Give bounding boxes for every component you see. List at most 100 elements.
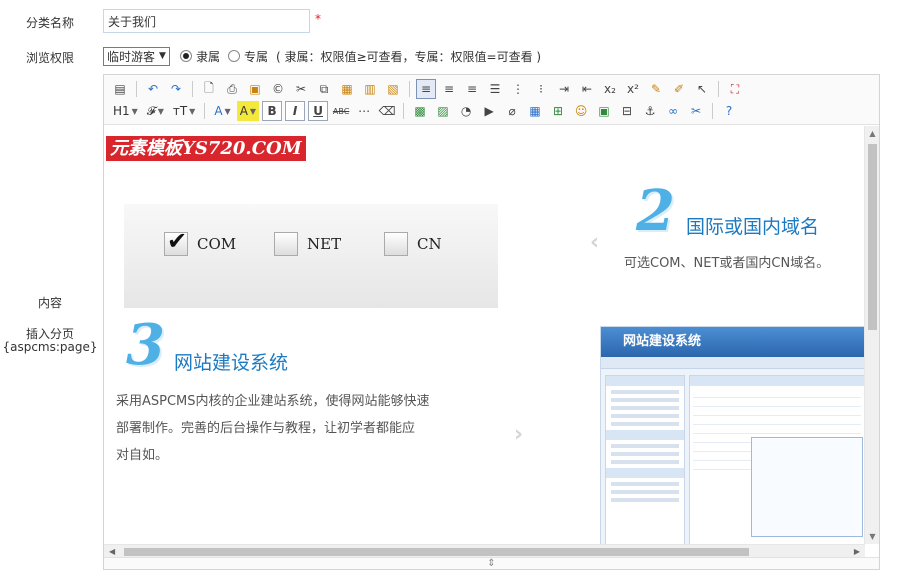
- image-icon[interactable]: ▩: [410, 101, 430, 121]
- domain-option-label: NET: [307, 235, 342, 253]
- link-icon[interactable]: ∞: [663, 101, 683, 121]
- bg-color-dropdown[interactable]: A ▼: [236, 101, 260, 121]
- paste-text-icon[interactable]: ▥: [360, 79, 380, 99]
- superscript-icon[interactable]: x²: [623, 79, 643, 99]
- permission-select[interactable]: 临时游客 ▼: [103, 46, 170, 66]
- rich-text-editor: ▤ ↶ ↷ 🗋 ⎙ ▣ © ✂ ⧉ ▦ ▥ ▧ ≡ ≡ ≡ ☰ ⋮ ⁝ ⇥ ⇤ …: [103, 74, 880, 570]
- outdent-icon[interactable]: ⇤: [577, 79, 597, 99]
- code-icon[interactable]: ©: [268, 79, 288, 99]
- editor-resize-handle[interactable]: ⇕: [104, 557, 879, 569]
- copy-icon[interactable]: ⧉: [314, 79, 334, 99]
- editor-toolbar: ▤ ↶ ↷ 🗋 ⎙ ▣ © ✂ ⧉ ▦ ▥ ▧ ≡ ≡ ≡ ☰ ⋮ ⁝ ⇥ ⇤ …: [104, 75, 879, 125]
- preview-icon[interactable]: 🗋: [199, 79, 219, 99]
- select-all-icon[interactable]: ✐: [669, 79, 689, 99]
- domain-option-com: COM: [164, 227, 236, 256]
- insert-page-code[interactable]: {aspcms:page}: [0, 340, 100, 354]
- align-justify-icon[interactable]: ☰: [485, 79, 505, 99]
- multi-image-icon[interactable]: ▨: [433, 101, 453, 121]
- feature-title: 网站建设系统: [174, 352, 289, 374]
- mock-row: [693, 389, 861, 398]
- redo-icon[interactable]: ↷: [166, 79, 186, 99]
- mock-line: [611, 444, 679, 448]
- horizontal-scrollbar[interactable]: ◀ ▶: [104, 544, 865, 558]
- mock-header: [606, 430, 684, 440]
- italic-button[interactable]: I: [285, 101, 306, 121]
- paste-icon[interactable]: ▦: [337, 79, 357, 99]
- heading-label: H1: [113, 104, 130, 118]
- media-icon[interactable]: ▶: [479, 101, 499, 121]
- ordered-list-icon[interactable]: ⋮: [508, 79, 528, 99]
- paste-word-icon[interactable]: ▧: [383, 79, 403, 99]
- align-right-icon[interactable]: ≡: [462, 79, 482, 99]
- insert-row-icon[interactable]: ⊞: [548, 101, 568, 121]
- font-size-label: тT: [172, 104, 188, 118]
- radio-belong[interactable]: [179, 50, 192, 62]
- unordered-list-icon[interactable]: ⁝: [531, 79, 551, 99]
- admin-screenshot-popup: [751, 437, 863, 537]
- chevron-down-icon: ▼: [131, 106, 138, 116]
- mock-row: [693, 425, 861, 434]
- eraser-icon[interactable]: ⌫: [377, 101, 397, 121]
- attachment-icon[interactable]: ⌀: [502, 101, 522, 121]
- map-icon[interactable]: ▣: [594, 101, 614, 121]
- font-family-dropdown[interactable]: 𝓕 ▼: [144, 101, 167, 121]
- admin-screenshot-title: 网站建设系统: [601, 327, 865, 357]
- admin-screenshot-subbar: [601, 357, 865, 369]
- vertical-scroll-thumb[interactable]: [868, 144, 877, 330]
- chevron-down-icon: ▼: [157, 106, 164, 116]
- mock-row: [693, 398, 861, 407]
- vertical-scrollbar[interactable]: ▲ ▼: [864, 126, 879, 544]
- strikethrough-button[interactable]: ABC: [331, 101, 351, 121]
- scroll-down-icon[interactable]: ▼: [865, 532, 880, 541]
- unlink-icon[interactable]: ✂: [686, 101, 706, 121]
- checkbox-icon: [384, 232, 408, 256]
- source-icon[interactable]: ▤: [110, 79, 130, 99]
- cursor-icon[interactable]: ↖: [692, 79, 712, 99]
- horizontal-rule-icon[interactable]: ⋯: [354, 101, 374, 121]
- domain-option-label: CN: [417, 235, 442, 253]
- checkbox-checked-icon: [164, 227, 188, 256]
- cut-icon[interactable]: ✂: [291, 79, 311, 99]
- radio-exclusive[interactable]: [227, 50, 240, 62]
- emoticon-icon[interactable]: ☺: [571, 101, 591, 121]
- clear-format-icon[interactable]: ✎: [646, 79, 666, 99]
- horizontal-scroll-thumb[interactable]: [124, 548, 749, 556]
- chevron-left-icon: ‹: [590, 230, 600, 255]
- editor-content[interactable]: 元素模板YS720.COM COM NET CN ‹ 2 国际或国内域名 可选C…: [104, 126, 865, 544]
- admin-screenshot-image: 网站建设系统: [600, 326, 865, 544]
- fullscreen-icon[interactable]: ⛶: [725, 79, 745, 99]
- anchor-icon[interactable]: ⚓: [640, 101, 660, 121]
- subscript-icon[interactable]: x₂: [600, 79, 620, 99]
- admin-screenshot-sidebar: [605, 375, 685, 544]
- scroll-up-icon[interactable]: ▲: [865, 129, 880, 138]
- font-color-dropdown[interactable]: A ▼: [211, 101, 233, 121]
- permission-note: ( 隶属：权限值≥可查看，专属：权限值=可查看 ): [275, 49, 542, 64]
- flash-icon[interactable]: ◔: [456, 101, 476, 121]
- mock-line: [611, 490, 679, 494]
- bold-button[interactable]: B: [262, 101, 283, 121]
- mock-line: [611, 422, 679, 426]
- feature-number: 3: [126, 312, 165, 378]
- category-input[interactable]: [103, 9, 310, 33]
- mock-header: [690, 376, 864, 386]
- undo-icon[interactable]: ↶: [143, 79, 163, 99]
- table-icon[interactable]: ▦: [525, 101, 545, 121]
- font-size-dropdown[interactable]: тT ▼: [170, 101, 198, 121]
- underline-button[interactable]: U: [308, 101, 329, 121]
- align-left-icon[interactable]: ≡: [416, 79, 436, 99]
- toolbar-row-1: ▤ ↶ ↷ 🗋 ⎙ ▣ © ✂ ⧉ ▦ ▥ ▧ ≡ ≡ ≡ ☰ ⋮ ⁝ ⇥ ⇤ …: [110, 78, 873, 100]
- chevron-down-icon: ▼: [159, 51, 166, 61]
- toolbar-separator: [204, 103, 206, 119]
- permission-select-value: 临时游客: [107, 49, 156, 64]
- align-center-icon[interactable]: ≡: [439, 79, 459, 99]
- content-label: 内容: [37, 296, 62, 310]
- toolbar-separator: [409, 81, 410, 97]
- print-icon[interactable]: ⎙: [222, 79, 242, 99]
- heading-dropdown[interactable]: H1 ▼: [110, 101, 141, 121]
- page-break-icon[interactable]: ⊟: [617, 101, 637, 121]
- indent-icon[interactable]: ⇥: [554, 79, 574, 99]
- help-icon[interactable]: ?: [719, 101, 739, 121]
- toolbar-separator: [718, 81, 719, 97]
- template-icon[interactable]: ▣: [245, 79, 265, 99]
- mock-line: [611, 452, 679, 456]
